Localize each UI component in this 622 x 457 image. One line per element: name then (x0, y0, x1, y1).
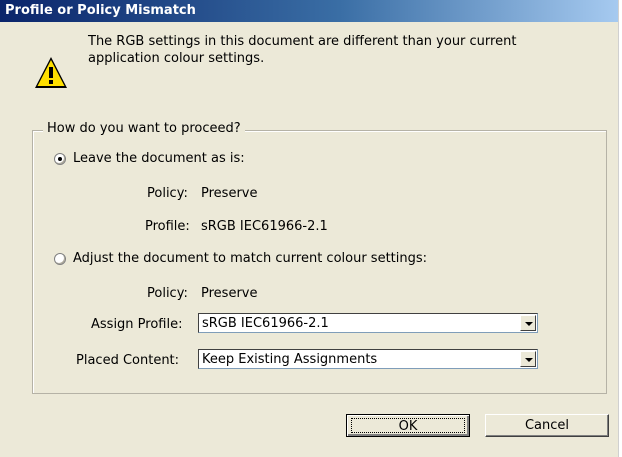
message-line-2: application colour settings. (88, 51, 265, 66)
adjust-policy-label: Policy: (147, 286, 188, 301)
adjust-policy-value: Preserve (201, 286, 258, 301)
assign-profile-value: sRGB IEC61966-2.1 (202, 316, 329, 331)
leave-policy-value: Preserve (201, 186, 258, 201)
radio-adjust-label[interactable]: Adjust the document to match current col… (73, 251, 427, 266)
ok-button[interactable]: OK (346, 414, 470, 437)
assign-profile-dropdown-button[interactable] (520, 315, 536, 331)
radio-selected-dot (58, 157, 62, 161)
leave-profile-value: sRGB IEC61966-2.1 (201, 219, 328, 234)
ok-focus-rect: OK (351, 418, 465, 434)
placed-content-value: Keep Existing Assignments (202, 352, 378, 367)
radio-leave-label[interactable]: Leave the document as is: (73, 151, 245, 166)
message-text: The RGB settings in this document are di… (88, 33, 598, 67)
message-line-1: The RGB settings in this document are di… (88, 34, 517, 49)
placed-content-select[interactable]: Keep Existing Assignments (198, 349, 538, 369)
cancel-button[interactable]: Cancel (485, 414, 609, 437)
profile-mismatch-dialog: Profile or Policy Mismatch The RGB setti… (0, 0, 619, 457)
chevron-down-icon (525, 358, 533, 362)
leave-policy-label: Policy: (147, 186, 188, 201)
ok-button-label: OK (398, 419, 418, 434)
chevron-down-icon (525, 322, 533, 326)
assign-profile-select[interactable]: sRGB IEC61966-2.1 (198, 313, 538, 333)
cancel-button-label: Cancel (524, 418, 570, 433)
leave-profile-label: Profile: (145, 219, 190, 234)
radio-leave-document[interactable] (54, 153, 66, 165)
placed-content-dropdown-button[interactable] (520, 351, 536, 367)
placed-content-label: Placed Content: (76, 353, 180, 368)
proceed-group-label: How do you want to proceed? (43, 121, 245, 136)
assign-profile-label: Assign Profile: (91, 317, 183, 332)
warning-triangle-icon (35, 57, 67, 88)
window-title: Profile or Policy Mismatch (5, 3, 196, 18)
title-bar[interactable]: Profile or Policy Mismatch (0, 0, 618, 22)
radio-adjust-document[interactable] (54, 253, 66, 265)
